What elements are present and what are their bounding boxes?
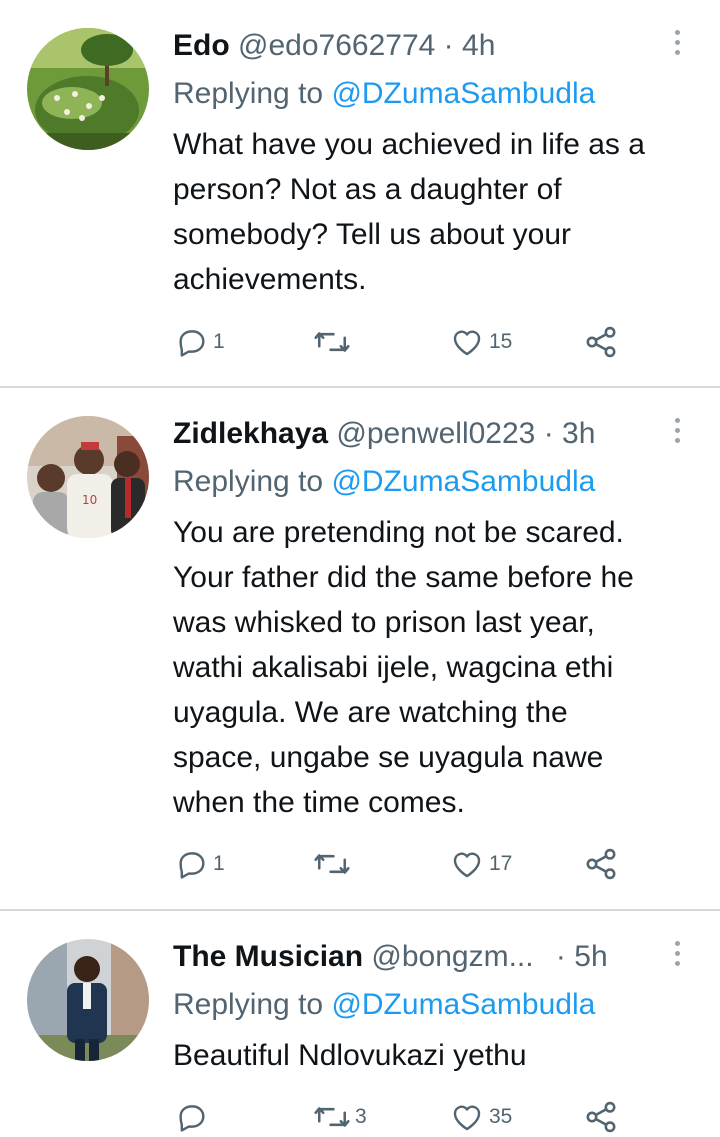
reply-icon — [179, 330, 205, 357]
share-button[interactable] — [583, 844, 619, 884]
separator-dot: · — [555, 940, 566, 973]
more-icon[interactable] — [670, 941, 684, 971]
reply-icon — [179, 1105, 205, 1132]
tweet-actions: 1 17 — [173, 844, 673, 884]
share-button[interactable] — [583, 1097, 619, 1137]
replying-prefix: Replying to — [173, 465, 324, 498]
mention-link[interactable]: @DZumaSambudla — [331, 465, 595, 498]
avatar-edo[interactable] — [27, 28, 149, 150]
like-icon — [453, 330, 481, 356]
tweet-text: Beautiful Ndlovukazi yethu — [173, 1039, 527, 1072]
retweet-button[interactable] — [313, 844, 355, 884]
like-count: 17 — [489, 852, 513, 875]
display-name[interactable]: The Musician — [173, 940, 363, 973]
retweet-count: 3 — [355, 1105, 367, 1128]
retweet-button[interactable] — [313, 322, 355, 362]
share-icon — [586, 326, 616, 358]
mention-link[interactable]: @DZumaSambudla — [331, 988, 595, 1021]
display-name[interactable]: Edo — [173, 29, 230, 62]
retweet-icon — [314, 854, 350, 874]
separator-dot: · — [543, 417, 554, 450]
more-icon[interactable] — [670, 30, 684, 60]
replying-to: Replying to @DZumaSambudla — [173, 74, 595, 114]
tweet-actions: 1 15 — [173, 322, 673, 362]
tweet-header: The Musician @bongzm... · 5h — [173, 937, 608, 977]
user-handle[interactable]: @penwell0223 — [336, 417, 535, 450]
tweet-edo[interactable]: Edo @edo7662774 · 4h Replying to @DZumaS… — [0, 0, 720, 388]
like-icon — [453, 1105, 481, 1131]
mention-link[interactable]: @DZumaSambudla — [331, 77, 595, 110]
timestamp[interactable]: 5h — [574, 940, 607, 973]
share-icon — [586, 1101, 616, 1133]
reply-count: 1 — [213, 330, 225, 353]
like-count: 15 — [489, 330, 513, 353]
replying-to: Replying to @DZumaSambudla — [173, 985, 595, 1025]
more-icon[interactable] — [670, 418, 684, 448]
timestamp[interactable]: 4h — [462, 29, 495, 62]
like-count: 35 — [489, 1105, 513, 1128]
share-icon — [586, 848, 616, 880]
tweet-header: Edo @edo7662774 · 4h — [173, 26, 495, 66]
display-name[interactable]: Zidlekhaya — [173, 417, 328, 450]
replying-to: Replying to @DZumaSambudla — [173, 462, 595, 502]
retweet-button[interactable]: 3 — [313, 1097, 367, 1137]
timestamp[interactable]: 3h — [562, 417, 595, 450]
tweet-zidlekhaya[interactable]: 10 Zidlekhaya @penwell0223 · 3h Replying… — [0, 388, 720, 910]
user-handle[interactable]: @bongzm... — [371, 940, 533, 973]
reply-button[interactable]: 1 — [175, 322, 225, 362]
reply-button[interactable] — [175, 1097, 213, 1137]
avatar-zidlekhaya[interactable]: 10 — [27, 416, 149, 538]
tweet-text: You are pretending not be scared. Your f… — [173, 516, 634, 819]
user-handle[interactable]: @edo7662774 — [238, 29, 435, 62]
tweet-header: Zidlekhaya @penwell0223 · 3h — [173, 414, 595, 454]
tweet-actions: 3 35 — [173, 1097, 673, 1137]
like-button[interactable]: 17 — [449, 844, 512, 884]
reply-button[interactable]: 1 — [175, 844, 225, 884]
tweet-the-musician[interactable]: The Musician @bongzm... · 5h Replying to… — [0, 911, 720, 1135]
avatar-the-musician[interactable] — [27, 939, 149, 1061]
like-button[interactable]: 15 — [449, 322, 512, 362]
tweet-text: What have you achieved in life as a pers… — [173, 128, 645, 296]
share-button[interactable] — [583, 322, 619, 362]
replying-prefix: Replying to — [173, 988, 324, 1021]
reply-icon — [179, 852, 205, 879]
replying-prefix: Replying to — [173, 77, 324, 110]
like-icon — [453, 852, 481, 878]
reply-count: 1 — [213, 852, 225, 875]
svg-text:10: 10 — [82, 493, 97, 507]
separator-dot: · — [443, 29, 454, 62]
retweet-icon — [314, 332, 350, 352]
like-button[interactable]: 35 — [449, 1097, 512, 1137]
retweet-icon — [314, 1107, 350, 1127]
